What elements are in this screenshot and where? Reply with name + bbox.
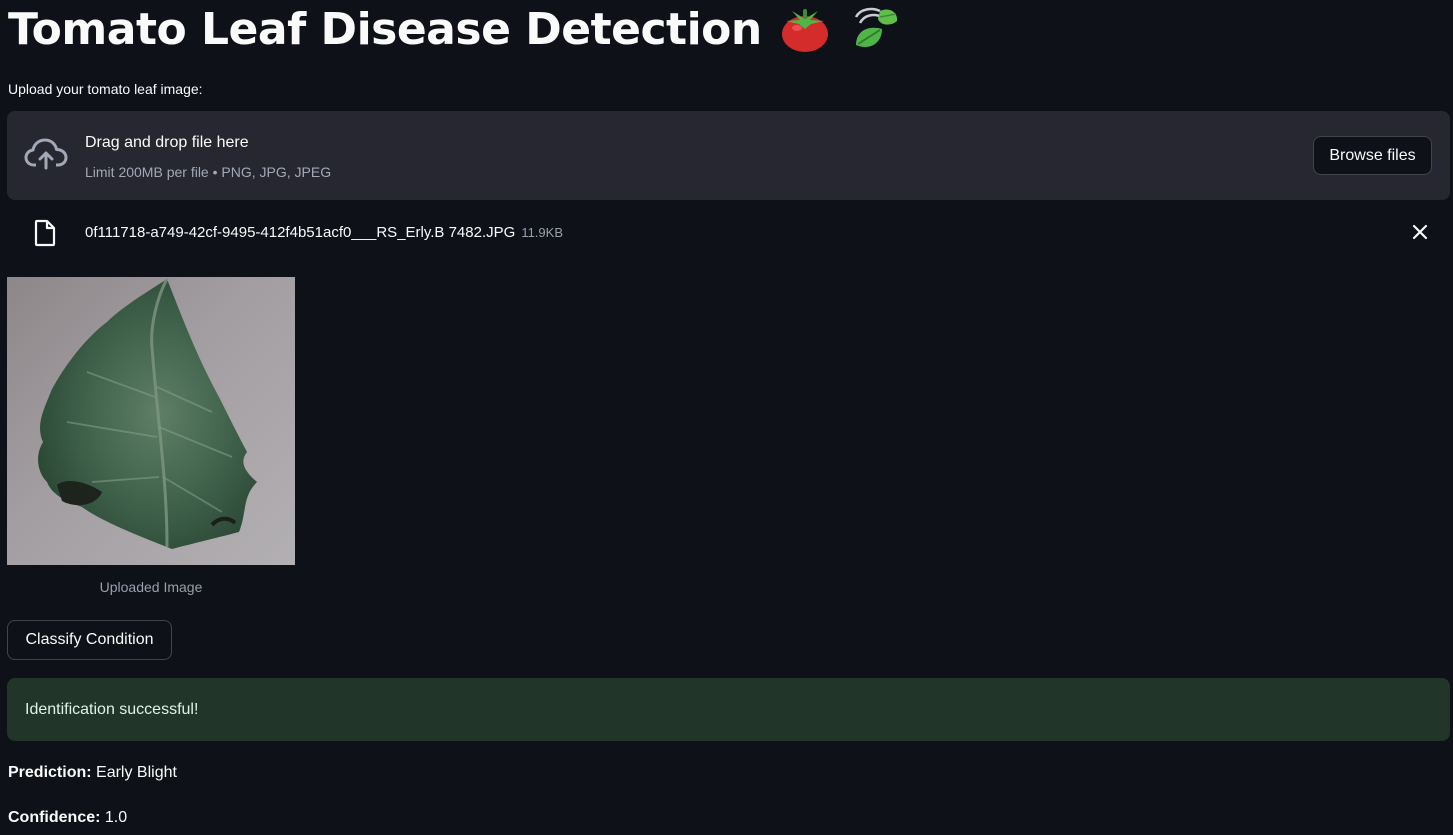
dropzone-title: Drag and drop file here (85, 134, 249, 151)
confidence-label: Confidence: (8, 809, 101, 826)
tomato-icon (780, 7, 830, 53)
success-alert: Identification successful! (7, 678, 1450, 741)
remove-file-close-icon[interactable] (1410, 222, 1430, 247)
image-caption: Uploaded Image (99, 579, 203, 595)
file-icon (33, 219, 57, 252)
upload-label: Upload your tomato leaf image: (8, 81, 203, 97)
file-dropzone[interactable]: Drag and drop file here Limit 200MB per … (7, 111, 1450, 200)
dropzone-limit-text: Limit 200MB per file • PNG, JPG, JPEG (85, 164, 332, 180)
confidence-value: 1.0 (104, 809, 128, 826)
success-message: Identification successful! (25, 700, 199, 718)
page-title: Tomato Leaf Disease Detection (8, 2, 900, 58)
uploaded-file-size: 11.9KB (521, 225, 563, 240)
uploaded-file-name: 0f111718-a749-42cf-9495-412f4b51acf0___R… (85, 224, 516, 241)
cloud-upload-icon (24, 135, 68, 180)
confidence-result: Confidence: 1.0 (8, 808, 127, 828)
browse-files-button[interactable]: Browse files (1313, 136, 1432, 175)
prediction-label: Prediction: (8, 764, 92, 781)
page-title-text: Tomato Leaf Disease Detection (8, 4, 762, 55)
uploaded-file-row: 0f111718-a749-42cf-9495-412f4b51acf0___R… (7, 213, 1450, 253)
classify-condition-button[interactable]: Classify Condition (7, 620, 172, 660)
leaf-fluttering-icon (850, 5, 900, 55)
prediction-value: Early Blight (96, 764, 177, 781)
prediction-result: Prediction: Early Blight (8, 763, 177, 783)
uploaded-leaf-image (7, 277, 295, 565)
uploaded-file-info: 0f111718-a749-42cf-9495-412f4b51acf0___R… (85, 223, 563, 243)
app-page: Tomato Leaf Disease Detection Upload you… (0, 0, 1453, 835)
